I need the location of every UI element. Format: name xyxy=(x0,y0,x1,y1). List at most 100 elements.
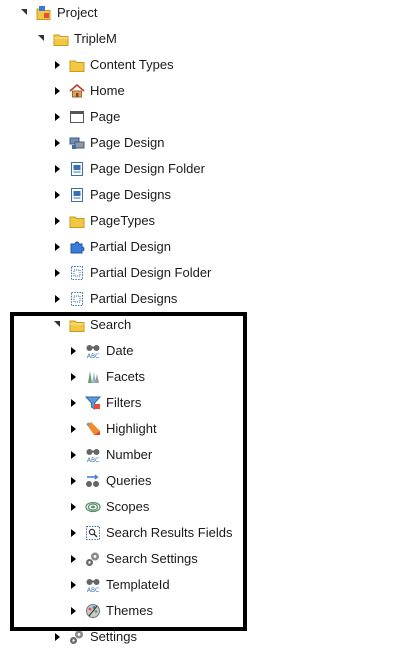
expand-arrow-icon[interactable] xyxy=(69,580,79,590)
folder-icon xyxy=(69,60,85,72)
tree-node-label: Highlight xyxy=(106,421,157,436)
themes-icon xyxy=(86,604,100,618)
tree-node-label: Date xyxy=(106,343,134,358)
highlight-icon xyxy=(86,422,100,435)
expand-arrow-icon[interactable] xyxy=(69,476,79,486)
expand-arrow-icon[interactable] xyxy=(69,502,79,512)
tree-node-label: Filters xyxy=(106,395,142,410)
page-design-icon xyxy=(69,137,85,149)
expand-arrow-icon[interactable] xyxy=(69,606,79,616)
tree-node-partial-designs[interactable]: Partial Designs xyxy=(53,286,177,312)
folder-icon xyxy=(69,320,85,332)
tree-node-filters[interactable]: Filters xyxy=(69,390,141,416)
abc-binoculars-icon: ABC xyxy=(86,579,100,593)
tree-node-home[interactable]: Home xyxy=(53,78,125,104)
expand-arrow-icon[interactable] xyxy=(69,346,79,356)
expand-arrow-icon[interactable] xyxy=(53,320,63,330)
expand-arrow-icon[interactable] xyxy=(69,554,79,564)
tree-node-label: Page xyxy=(90,109,121,124)
folder-icon xyxy=(69,216,85,228)
tree-node-label: Content Types xyxy=(90,57,174,72)
tree-node-search-settings[interactable]: Search Settings xyxy=(69,546,198,572)
tree-node-label: Home xyxy=(90,83,125,98)
abc-binoculars-icon: ABC xyxy=(86,449,100,463)
tree-node-search[interactable]: Search xyxy=(53,312,131,338)
page-design-folder-icon xyxy=(71,188,83,202)
scopes-icon xyxy=(85,501,101,513)
tree-node-project[interactable]: Project xyxy=(20,0,97,26)
tree-node-label: Page Design Folder xyxy=(90,161,205,176)
gear-icon xyxy=(86,552,99,566)
tree-node-facets[interactable]: Facets xyxy=(69,364,145,390)
tree-node-label: Search xyxy=(90,317,132,332)
queries-icon xyxy=(86,474,99,487)
tree-node-label: Partial Design Folder xyxy=(90,265,212,280)
svg-text:ABC: ABC xyxy=(87,587,99,593)
tree-node-label: Search Results Fields xyxy=(106,525,233,540)
tree-node-partial-design-folder[interactable]: Partial Design Folder xyxy=(53,260,211,286)
tree-node-queries[interactable]: Queries xyxy=(69,468,152,494)
expand-arrow-icon[interactable] xyxy=(53,216,63,226)
gear-icon xyxy=(70,630,83,644)
tree-node-highlight[interactable]: Highlight xyxy=(69,416,157,442)
tree-node-label: TemplateId xyxy=(106,577,170,592)
tree-node-label: Settings xyxy=(90,629,137,644)
expand-arrow-icon[interactable] xyxy=(53,164,63,174)
expand-arrow-icon[interactable] xyxy=(53,138,63,148)
tree-node-label: Partial Design xyxy=(90,239,171,254)
expand-arrow-icon[interactable] xyxy=(53,86,63,96)
home-icon xyxy=(69,83,85,98)
expand-arrow-icon[interactable] xyxy=(20,8,30,18)
abc-binoculars-icon: ABC xyxy=(86,345,100,359)
expand-arrow-icon[interactable] xyxy=(69,424,79,434)
tree-node-label: Number xyxy=(106,447,153,462)
expand-arrow-icon[interactable] xyxy=(53,190,63,200)
expand-arrow-icon[interactable] xyxy=(53,268,63,278)
svg-text:ABC: ABC xyxy=(87,457,99,463)
folder-icon xyxy=(53,34,69,46)
tree-node-label: Project xyxy=(57,5,98,20)
page-icon xyxy=(70,111,84,123)
tree-node-settings[interactable]: Settings xyxy=(53,624,137,650)
tree-node-page-designs[interactable]: Page Designs xyxy=(53,182,171,208)
expand-arrow-icon[interactable] xyxy=(53,60,63,70)
tree-node-triplem[interactable]: TripleM xyxy=(37,26,117,52)
tree-node-search-results-fields[interactable]: Search Results Fields xyxy=(69,520,232,546)
tree-node-label: Queries xyxy=(106,473,152,488)
dotted-page-icon xyxy=(71,266,83,280)
tree-node-label: Facets xyxy=(106,369,146,384)
expand-arrow-icon[interactable] xyxy=(53,294,63,304)
tree-node-page-design-folder[interactable]: Page Design Folder xyxy=(53,156,205,182)
dotted-page-icon xyxy=(71,292,83,306)
tree-node-scopes[interactable]: Scopes xyxy=(69,494,149,520)
tree-node-label: Scopes xyxy=(106,499,150,514)
tree-node-label: PageTypes xyxy=(90,213,156,228)
expand-arrow-icon[interactable] xyxy=(69,372,79,382)
tree-node-date[interactable]: ABC Date xyxy=(69,338,133,364)
tree-node-partial-design[interactable]: Partial Design xyxy=(53,234,171,260)
search-results-fields-icon xyxy=(86,526,100,540)
expand-arrow-icon[interactable] xyxy=(53,632,63,642)
tree-node-label: Page Design xyxy=(90,135,165,150)
tree-node-label: Partial Designs xyxy=(90,291,178,306)
tree-node-themes[interactable]: Themes xyxy=(69,598,153,624)
filter-icon xyxy=(85,396,101,410)
tree-node-label: Page Designs xyxy=(90,187,171,202)
expand-arrow-icon[interactable] xyxy=(69,528,79,538)
tree-node-pagetypes[interactable]: PageTypes xyxy=(53,208,155,234)
svg-text:ABC: ABC xyxy=(87,353,99,359)
expand-arrow-icon[interactable] xyxy=(53,112,63,122)
tree-node-content-types[interactable]: Content Types xyxy=(53,52,174,78)
page-design-folder-icon xyxy=(71,162,83,176)
tree-node-label: Themes xyxy=(106,603,153,618)
expand-arrow-icon[interactable] xyxy=(37,34,47,44)
puzzle-icon xyxy=(70,241,85,254)
expand-arrow-icon[interactable] xyxy=(69,398,79,408)
expand-arrow-icon[interactable] xyxy=(69,450,79,460)
tree-node-page-design[interactable]: Page Design xyxy=(53,130,164,156)
tree-node-templateid[interactable]: ABC TemplateId xyxy=(69,572,170,598)
expand-arrow-icon[interactable] xyxy=(53,242,63,252)
tree-node-number[interactable]: ABC Number xyxy=(69,442,152,468)
tree-node-page[interactable]: Page xyxy=(53,104,120,130)
tree-node-label: Search Settings xyxy=(106,551,198,566)
